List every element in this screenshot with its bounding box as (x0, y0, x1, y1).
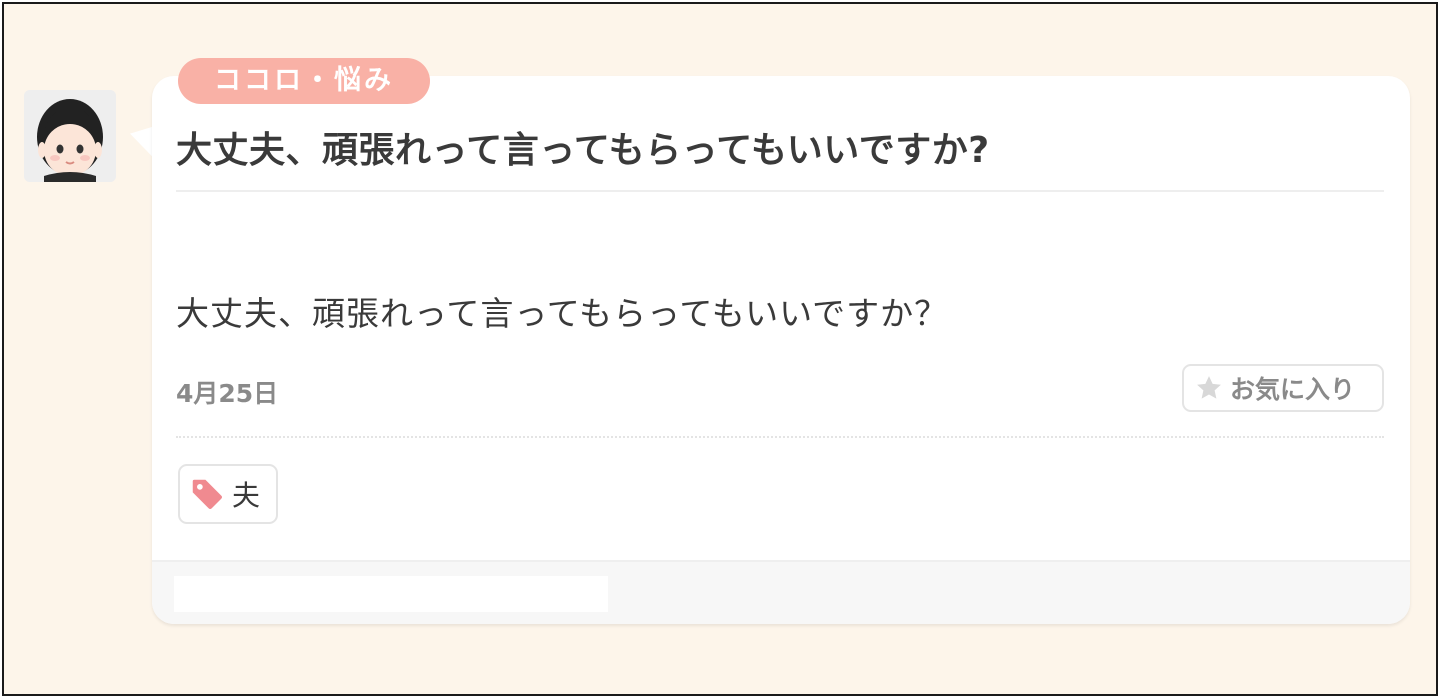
post-body: 大丈夫、頑張れって言ってもらってもいいですか？ (176, 294, 949, 333)
tag-label: 夫 (232, 479, 261, 512)
tag-icon (192, 479, 223, 510)
speech-bubble-tail (130, 117, 154, 159)
user-avatar[interactable] (24, 90, 116, 182)
post-date: 4月25日 (176, 379, 279, 408)
post-card: 大丈夫、頑張れって言ってもらってもいいですか? 大丈夫、頑張れって言ってもらって… (152, 76, 1410, 624)
star-icon (1197, 376, 1221, 399)
footer-input-area[interactable] (174, 576, 608, 612)
favorite-label: お気に入り (1230, 375, 1356, 404)
category-badge[interactable]: ココロ・悩み (178, 58, 430, 104)
favorite-button[interactable]: お気に入り (1182, 364, 1384, 412)
tags-divider (176, 436, 1384, 438)
tag-chip[interactable]: 夫 (178, 464, 278, 524)
page-frame: 大丈夫、頑張れって言ってもらってもいいですか? 大丈夫、頑張れって言ってもらって… (2, 2, 1438, 696)
avatar-woman-icon (24, 90, 116, 182)
card-footer (152, 560, 1410, 624)
post-title[interactable]: 大丈夫、頑張れって言ってもらってもいいですか? (176, 126, 1386, 176)
title-divider (176, 190, 1384, 192)
